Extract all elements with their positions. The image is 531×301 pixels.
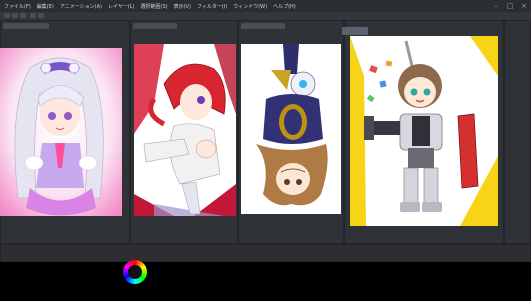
canvas-magical-girl[interactable]	[0, 48, 122, 216]
menu-item-5[interactable]: 表示(V)	[174, 3, 191, 10]
color-wheel-center	[128, 265, 142, 279]
maximize-icon[interactable]: □	[503, 0, 517, 12]
clip-studio-window: ファイル(F) 編集(E) アニメーション(A) レイヤー(L) 選択範囲(S) 表示(V…	[0, 0, 531, 262]
new-file-icon[interactable]	[4, 13, 10, 18]
magical-girl-artwork	[0, 48, 122, 216]
right-dock-panel[interactable]	[504, 20, 531, 244]
canvas-upside-down-girl[interactable]	[241, 44, 341, 214]
canvas-chibi-robot[interactable]	[350, 36, 498, 226]
menu-item-1[interactable]: 編集(E)	[37, 3, 54, 10]
redo-icon[interactable]	[38, 13, 44, 18]
undo-icon[interactable]	[30, 13, 36, 18]
menu-item-4[interactable]: 選択範囲(S)	[141, 3, 168, 10]
menu-item-2[interactable]: アニメーション(A)	[60, 3, 102, 10]
menu-item-3[interactable]: レイヤー(L)	[108, 3, 135, 10]
save-icon[interactable]	[20, 13, 26, 18]
menu-item-6[interactable]: フィルター(I)	[197, 3, 227, 10]
open-file-icon[interactable]	[12, 13, 18, 18]
menu-item-8[interactable]: ヘルプ(H)	[273, 3, 296, 10]
red-hair-girl-artwork	[134, 44, 236, 216]
canvas-tab-2[interactable]	[133, 23, 177, 29]
menu-item-7[interactable]: ウィンドウ(W)	[233, 3, 267, 10]
close-icon[interactable]: ×	[517, 0, 531, 12]
status-area	[0, 244, 531, 262]
minimize-icon[interactable]: –	[489, 0, 503, 12]
menu-bar: ファイル(F) 編集(E) アニメーション(A) レイヤー(L) 選択範囲(S) 表示(V…	[0, 0, 531, 12]
menu-item-0[interactable]: ファイル(F)	[4, 3, 31, 10]
upside-down-girl-artwork	[241, 44, 341, 214]
canvas-tab-3[interactable]	[241, 23, 285, 29]
canvas-tab-4[interactable]	[342, 27, 368, 35]
canvas-tab-1[interactable]	[3, 23, 49, 29]
black-bottom-area	[0, 262, 531, 301]
chibi-robot-artwork	[350, 36, 498, 226]
canvas-red-hair-girl[interactable]	[134, 44, 236, 216]
